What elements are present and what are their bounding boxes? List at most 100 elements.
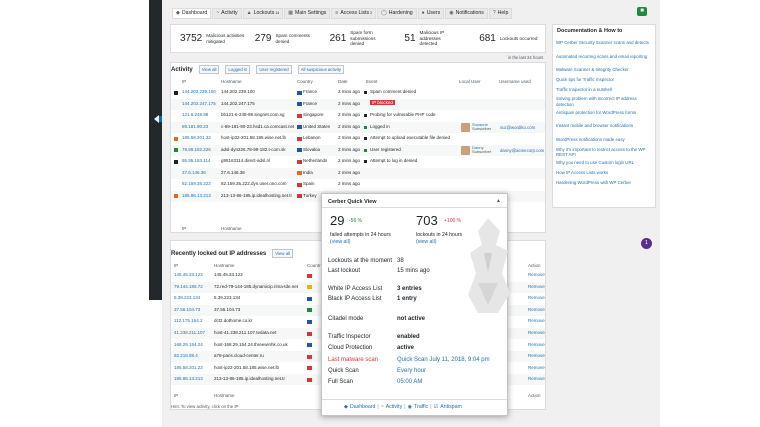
ip-link[interactable]: 144.202.239.100 — [182, 89, 216, 94]
tab-dashboard[interactable]: ◆ Dashboard — [172, 7, 212, 19]
ip-link[interactable]: 86.95.163.114 — [182, 158, 210, 163]
table-row[interactable]: 86.95.163.114 g95163114.direct-adsl.nl Net… — [171, 156, 545, 167]
activity-view-all-button[interactable]: View all — [198, 65, 220, 74]
stat-value: 3752 — [180, 33, 203, 44]
remove-link[interactable]: Remove — [528, 330, 545, 335]
table-row[interactable]: 121.6.248.98 bb121-6-248-98.singnet.com.s… — [171, 110, 545, 121]
cerber-shield-icon[interactable]: ■ — [637, 7, 647, 16]
remove-link[interactable]: Remove — [528, 284, 545, 289]
ip-link[interactable]: 168.29.154.24 — [174, 342, 203, 347]
ip-link[interactable]: 92.218.88.4 — [174, 353, 198, 358]
qv-row-value[interactable]: Quick Scan July 11, 2018, 9:04 pm — [397, 357, 490, 363]
nav-separator: | — [404, 404, 406, 410]
doc-link[interactable]: Traffic Inspector in a nutshell — [556, 87, 654, 92]
qv-row-value: enabled — [397, 334, 420, 340]
table-row[interactable]: 144.202.247.175 144.202.247.175 France 2 mi… — [171, 98, 545, 110]
remove-link[interactable]: Remove — [528, 342, 545, 347]
shield-check-icon: ☑ — [433, 404, 439, 410]
doc-link[interactable]: How IP Access Lists works — [556, 170, 654, 175]
doc-link[interactable]: Automated recurring scans and email repo… — [556, 54, 654, 59]
table-row[interactable]: 185.58.201.32 host-ip32-201.58.185.wise.n… — [171, 133, 545, 144]
username-used[interactable]: suz@wordiko.com — [500, 125, 535, 130]
qv-antispam-link[interactable]: Antispam — [440, 404, 462, 410]
qv-row-value[interactable]: Every hour — [397, 368, 426, 374]
filter-logged-in-button[interactable]: Logged in — [225, 65, 251, 74]
ip-link[interactable]: 79.144.185.72 — [174, 284, 203, 289]
qv-traffic-link[interactable]: Traffic — [414, 404, 428, 410]
doc-link[interactable]: Quick tips for Traffic Inspector — [556, 77, 654, 82]
filter-suspicious-button[interactable]: All suspicious activity — [297, 65, 345, 74]
qv-row-label: Citadel mode — [328, 316, 364, 322]
doc-link[interactable]: Instant mobile and browser notifications — [556, 123, 654, 128]
doc-link[interactable]: Antispam protection for WordPress forms — [556, 110, 654, 115]
doc-link[interactable]: Why you need to use Custom login URL — [556, 160, 654, 165]
ip-link[interactable]: 112.175.164.2 — [174, 318, 202, 323]
ip-link[interactable]: 69.181.90.23 — [182, 124, 208, 129]
username-used[interactable]: danny@acmecorp.com — [500, 148, 544, 153]
local-user[interactable]: Danny Subscriber — [472, 145, 491, 155]
lockouts-view-all-link[interactable]: (view all) — [416, 239, 436, 246]
qv-row-value[interactable]: 05:00 AM — [397, 379, 422, 385]
stat-value: 681 — [479, 33, 496, 44]
table-row[interactable]: 27.6.146.36 27.6.146.36 India 2 mins ago — [171, 167, 545, 179]
doc-link[interactable]: WP Cerber Security Scanner scans and det… — [556, 40, 654, 45]
notification-badge[interactable]: 1 — [641, 238, 652, 249]
ip-link[interactable]: 185.58.201.32 — [182, 135, 211, 140]
country-flag-icon — [307, 308, 312, 313]
country-flag-icon — [307, 343, 312, 348]
country-flag-icon — [307, 331, 312, 336]
qv-activity-link[interactable]: Activity — [386, 404, 402, 410]
doc-link[interactable]: Why it's important to restrict access to… — [556, 147, 654, 157]
doc-link[interactable]: Hardening WordPress with WP Cerber — [556, 180, 654, 185]
shield-outline-icon: ◯ — [381, 10, 387, 16]
remove-link[interactable]: Remove — [528, 376, 545, 381]
lock-icon: ▲ — [246, 10, 252, 16]
status-square — [174, 90, 178, 95]
remove-link[interactable]: Remove — [528, 295, 545, 300]
tab-hardening[interactable]: ◯ Hardening — [377, 7, 417, 19]
stat-label: Lockouts occurred — [499, 35, 538, 41]
filter-user-registered-button[interactable]: User registered — [256, 65, 292, 74]
ip-link[interactable]: 185.86.13.213 — [182, 193, 211, 198]
failed-attempts-view-all-link[interactable]: (view all) — [330, 239, 350, 246]
country: Slovakia — [303, 146, 321, 152]
lockouts-view-all-button[interactable]: View all — [272, 249, 293, 258]
avatar — [461, 122, 470, 132]
tab-help[interactable]: ? Help — [488, 7, 513, 19]
table-row[interactable]: 144.202.239.100 144.202.239.100 France 2 mi… — [171, 87, 545, 98]
qv-row-value: active — [397, 345, 415, 351]
ip-link[interactable]: 5.39.223.134 — [174, 295, 200, 300]
remove-link[interactable]: Remove — [528, 353, 545, 358]
local-user[interactable]: Suzanne Subscriber — [472, 122, 491, 132]
qv-row-label: Black IP Access List — [328, 296, 382, 302]
table-row[interactable]: 82.159.35.222 82.159.35.222.dyn.user.ono.… — [171, 179, 545, 190]
remove-link[interactable]: Remove — [528, 318, 545, 323]
remove-link[interactable]: Remove — [528, 307, 545, 312]
tab-activity[interactable]: ~ Activity — [212, 7, 242, 19]
ip-link[interactable]: 78.99.182.226 — [182, 147, 211, 152]
tab-access-lists[interactable]: ≡ Access Lists 2 — [331, 7, 377, 19]
qv-dashboard-link[interactable]: Dashboard — [350, 404, 375, 410]
ip-link[interactable]: 145.45.33.122 — [174, 272, 203, 277]
doc-link[interactable]: Malware Scanner & Integrity Checker — [556, 67, 654, 72]
ip-link[interactable]: 121.6.248.98 — [182, 112, 208, 117]
remove-link[interactable]: Remove — [528, 365, 545, 370]
ip-link[interactable]: 144.202.247.175 — [182, 101, 216, 106]
country-flag-icon — [297, 182, 302, 187]
tab-notifications[interactable]: ◉ Notifications — [445, 7, 488, 19]
country: Netherlands — [303, 158, 328, 163]
doc-link[interactable]: WordPress notifications made easy — [556, 137, 654, 142]
ip-link[interactable]: 37.56.104.73 — [174, 307, 200, 312]
ip-link[interactable]: 185.86.13.213 — [174, 376, 203, 381]
tab-main-settings[interactable]: ▦ Main Settings — [284, 7, 331, 19]
ip-link[interactable]: 82.159.35.222 — [182, 181, 211, 186]
country: United States — [303, 123, 331, 129]
doc-link[interactable]: Solving problem with incorrect IP addres… — [556, 96, 654, 106]
remove-link[interactable]: Remove — [528, 272, 545, 277]
tab-users[interactable]: ● Users — [417, 7, 445, 19]
ip-link[interactable]: 41.238.211.107 — [174, 330, 205, 335]
ip-link[interactable]: 27.6.146.36 — [182, 170, 206, 175]
ip-link[interactable]: 185.58.201.22 — [174, 365, 203, 370]
collapse-arrow-icon[interactable]: ▲ — [496, 198, 501, 204]
tab-lockouts[interactable]: ▲ Lockouts 14 — [242, 7, 284, 19]
